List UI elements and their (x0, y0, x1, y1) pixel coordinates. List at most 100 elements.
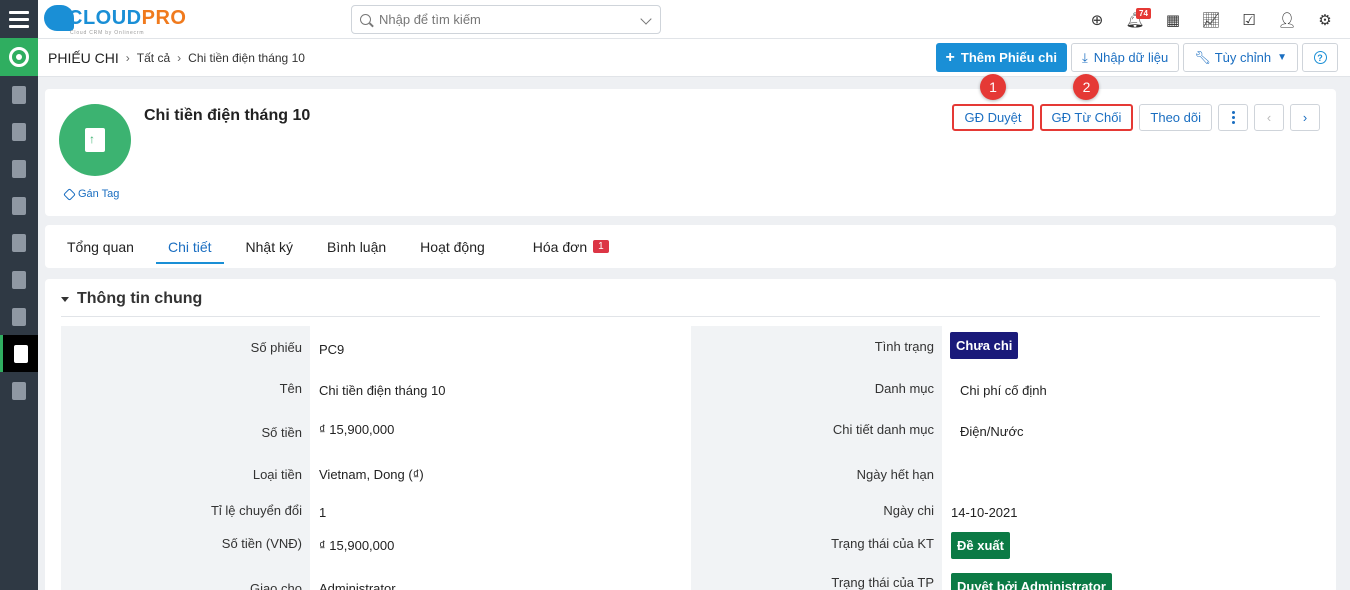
field-column-left: Số phiếu PC9 Tên Chi tiền điện tháng 10 Số… (61, 326, 685, 590)
field-label: Số tiền (VNĐ) (61, 526, 310, 567)
tab-label: Nhật ký (245, 238, 293, 255)
reject-label: GĐ Từ Chối (1051, 110, 1122, 125)
field-value: Duyệt bởi Administrator (942, 567, 1112, 590)
manager-status-badge: Duyệt bởi Administrator (951, 573, 1112, 590)
breadcrumb-list[interactable]: Tất cả (137, 51, 170, 65)
sidebar-item-list[interactable] (0, 372, 38, 409)
help-button[interactable]: ? (1302, 43, 1338, 72)
help-icon: ? (1313, 51, 1327, 64)
field-row: Ngày hết hạn (691, 449, 1321, 489)
tab-invoices[interactable]: Hóa đơn 1 (521, 225, 621, 268)
search-input[interactable] (379, 12, 629, 27)
record-actions: 1 GĐ Duyệt 2 GĐ Từ Chối Theo dõi ‹ › (946, 74, 1320, 131)
tab-activities[interactable]: Hoạt động (408, 225, 497, 268)
tab-label: Chi tiết (167, 238, 212, 255)
add-payment-button[interactable]: + Thêm Phiếu chi (935, 43, 1067, 72)
breadcrumb-separator: › (177, 51, 182, 65)
field-label: Ngày chi (691, 489, 942, 526)
field-row: Số tiền ₫ 15,900,000 (61, 408, 685, 449)
sidebar-item-payment[interactable] (0, 335, 38, 372)
record-title: Chi tiền điện tháng 10 (144, 107, 311, 124)
more-actions-button[interactable] (1218, 104, 1248, 131)
sidebar-item-document[interactable] (0, 150, 38, 187)
field-value: Chi tiền điện tháng 10 (319, 383, 446, 398)
assign-tag-link[interactable]: Gán Tag (63, 187, 119, 201)
logo-text-a: CLOUD (68, 6, 142, 29)
field-label: Danh mục (691, 367, 942, 408)
section-title: Thông tin chung (77, 290, 203, 307)
breadcrumb-module[interactable]: PHIẾU CHI (48, 50, 119, 66)
tab-detail[interactable]: Chi tiết (155, 225, 224, 268)
chevron-down-icon[interactable] (640, 13, 652, 25)
field-row: Giao cho Administrator (61, 567, 685, 590)
sidebar-item-receipt[interactable] (0, 261, 38, 298)
field-label: Loại tiền (61, 449, 310, 489)
breadcrumb-separator: › (125, 51, 130, 65)
field-value: ₫ 15,900,000 (319, 422, 395, 437)
follow-label: Theo dõi (1150, 110, 1201, 125)
hamburger-menu-icon[interactable] (0, 0, 38, 38)
field-row: Tình trạng Chưa chi (691, 326, 1321, 367)
step-marker-2: 2 (1073, 74, 1100, 100)
calendar-icon[interactable]: ▦ (1158, 5, 1188, 35)
director-approve-button[interactable]: 1 GĐ Duyệt (952, 74, 1034, 131)
sidebar-item-invoice[interactable] (0, 113, 38, 150)
sidebar-item-dollar-doc[interactable] (0, 187, 38, 224)
tab-label: Bình luận (327, 238, 387, 255)
user-icon[interactable]: 👤︎ (1272, 5, 1302, 35)
breadcrumb-bar: PHIẾU CHI › Tất cả › Chi tiền điện tháng… (38, 39, 1350, 77)
logo[interactable]: CLOUDPRO Cloud CRM by Onlinecrm (44, 5, 186, 36)
checkbox-icon[interactable]: ☑ (1234, 5, 1264, 35)
field-label: Giao cho (61, 567, 310, 590)
field-value: Chưa chi (942, 326, 1019, 367)
step-marker-1: 1 (979, 74, 1006, 100)
tab-overview[interactable]: Tổng quan (55, 225, 146, 268)
import-button[interactable]: ⤓ Nhập dữ liệu (1070, 43, 1180, 72)
customize-label: Tùy chỉnh (1214, 50, 1272, 65)
field-row: Danh mục Chi phí cố định (691, 367, 1321, 408)
tab-log[interactable]: Nhật ký (234, 225, 305, 268)
import-label: Nhập dữ liệu (1093, 50, 1169, 65)
chevron-left-icon: ‹ (1266, 110, 1272, 125)
tab-comments[interactable]: Bình luận (315, 225, 398, 268)
gear-icon[interactable]: ⚙ (1310, 5, 1340, 35)
field-value: ₫ 15,900,000 (319, 538, 395, 553)
logo-subtitle: Cloud CRM by Onlinecrm (70, 30, 145, 36)
search-box[interactable] (351, 5, 661, 34)
field-row: Số phiếu PC9 (61, 326, 685, 367)
field-label: Chi tiết danh mục (691, 408, 942, 449)
chart-icon[interactable]: 📈︎ (1196, 5, 1226, 35)
tag-icon (63, 187, 76, 201)
field-label: Tỉ lệ chuyển đổi (61, 489, 310, 526)
notification-badge: 74 (1136, 7, 1151, 19)
download-icon: ⤓ (1081, 49, 1088, 65)
sidebar-item-report[interactable] (0, 298, 38, 335)
field-value: Administrator (319, 581, 396, 590)
upload-doc-icon (85, 128, 105, 152)
divider (61, 316, 1320, 317)
status-badge: Chưa chi (950, 332, 1019, 359)
record-tabs: Tổng quan Chi tiết Nhật ký Bình luận Hoạ… (45, 225, 1336, 268)
field-row: Loại tiền Vietnam, Dong (₫) (61, 449, 685, 489)
customize-button[interactable]: 🔧︎ Tùy chỉnh ▼ (1183, 43, 1298, 72)
cloud-logo-icon (44, 5, 74, 31)
follow-button[interactable]: Theo dõi (1139, 104, 1212, 131)
general-info-section: Thông tin chung Số phiếu PC9 Tên Chi tiền … (45, 279, 1336, 590)
document-icon (12, 159, 26, 178)
next-record-button[interactable]: › (1290, 104, 1320, 131)
sidebar-item-moneybag[interactable] (0, 76, 38, 113)
download-doc-icon (12, 270, 26, 289)
plus-circle-icon[interactable]: ⊕ (1082, 5, 1112, 35)
sidebar-item-book[interactable] (0, 224, 38, 261)
director-reject-button[interactable]: 2 GĐ Từ Chối (1039, 74, 1134, 131)
section-header[interactable]: Thông tin chung (61, 290, 202, 308)
field-label: Trạng thái của TP (691, 567, 942, 590)
previous-record-button[interactable]: ‹ (1254, 104, 1284, 131)
breadcrumb: PHIẾU CHI › Tất cả › Chi tiền điện tháng… (48, 50, 305, 66)
plus-icon: + (945, 48, 955, 66)
top-bar: CLOUDPRO Cloud CRM by Onlinecrm ⊕ 🔔︎74 ▦… (38, 0, 1350, 39)
bell-icon[interactable]: 🔔︎ 74 (1120, 5, 1151, 35)
more-vertical-icon (1231, 110, 1235, 125)
sidebar-item-dashboard[interactable] (0, 38, 38, 76)
record-avatar (59, 104, 131, 176)
